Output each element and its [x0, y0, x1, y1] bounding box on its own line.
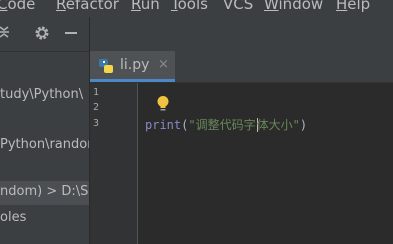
tree-row-consoles[interactable]: oles: [0, 210, 26, 225]
gear-icon[interactable]: [34, 25, 50, 41]
menu-mnemonic: H: [336, 0, 348, 13]
tree-row-random[interactable]: Python\random: [0, 137, 100, 152]
collapse-icon[interactable]: [0, 24, 10, 40]
menu-label: indow: [278, 0, 324, 13]
menu-mnemonic: W: [264, 0, 279, 13]
project-toolbar: [0, 17, 90, 52]
minimize-icon[interactable]: [63, 25, 79, 41]
code-keyword: print: [145, 118, 182, 132]
menu-label: un: [140, 0, 160, 13]
tree-row-project-root[interactable]: tudy\Python\: [0, 87, 83, 102]
code-paren-close: ): [299, 118, 308, 132]
python-file-icon: [98, 58, 114, 74]
editor-tab-bar: li.py ×: [90, 51, 393, 83]
menu-bar: Code Refactor Run Tools VCS Window Help: [0, 0, 393, 17]
line-number-gutter: 1 2 3: [90, 83, 138, 244]
code-string: "调整代码字: [188, 118, 256, 132]
menu-help[interactable]: Help: [336, 0, 370, 13]
tab-label: li.py: [120, 57, 150, 73]
code-line-3[interactable]: print("调整代码字体大小"): [145, 116, 307, 133]
menu-mnemonic: R: [56, 0, 66, 13]
menu-label: elp: [347, 0, 371, 13]
tree-row-interpreter[interactable]: ndom) > D:\S: [0, 181, 90, 205]
intention-bulb-icon[interactable]: [156, 95, 170, 113]
menu-run[interactable]: Run: [131, 0, 160, 13]
menu-refactor[interactable]: Refactor: [56, 0, 119, 13]
menu-mnemonic: R: [131, 0, 141, 13]
code-string-rest: 体大小": [256, 118, 300, 132]
line-number: 2: [93, 102, 100, 113]
menu-window[interactable]: Window: [264, 0, 323, 13]
menu-mnemonic: T: [171, 0, 178, 13]
menu-label: ode: [7, 0, 36, 13]
tab-li-py[interactable]: li.py ×: [90, 51, 175, 82]
menu-label: VCS: [223, 0, 254, 13]
line-number: 3: [93, 118, 100, 129]
close-icon[interactable]: ×: [158, 57, 169, 72]
menu-tools[interactable]: Tools: [171, 0, 208, 13]
menu-label: ools: [177, 0, 208, 13]
line-number: 1: [93, 87, 100, 98]
menu-code[interactable]: Code: [0, 0, 35, 13]
menu-vcs[interactable]: VCS: [223, 0, 253, 13]
menu-label: efactor: [65, 0, 119, 13]
tree-row-label: ndom) > D:\S: [0, 184, 89, 199]
project-panel: tudy\Python\ Python\random ndom) > D:\S …: [0, 17, 100, 244]
code-editor[interactable]: print("调整代码字体大小"): [138, 83, 393, 244]
